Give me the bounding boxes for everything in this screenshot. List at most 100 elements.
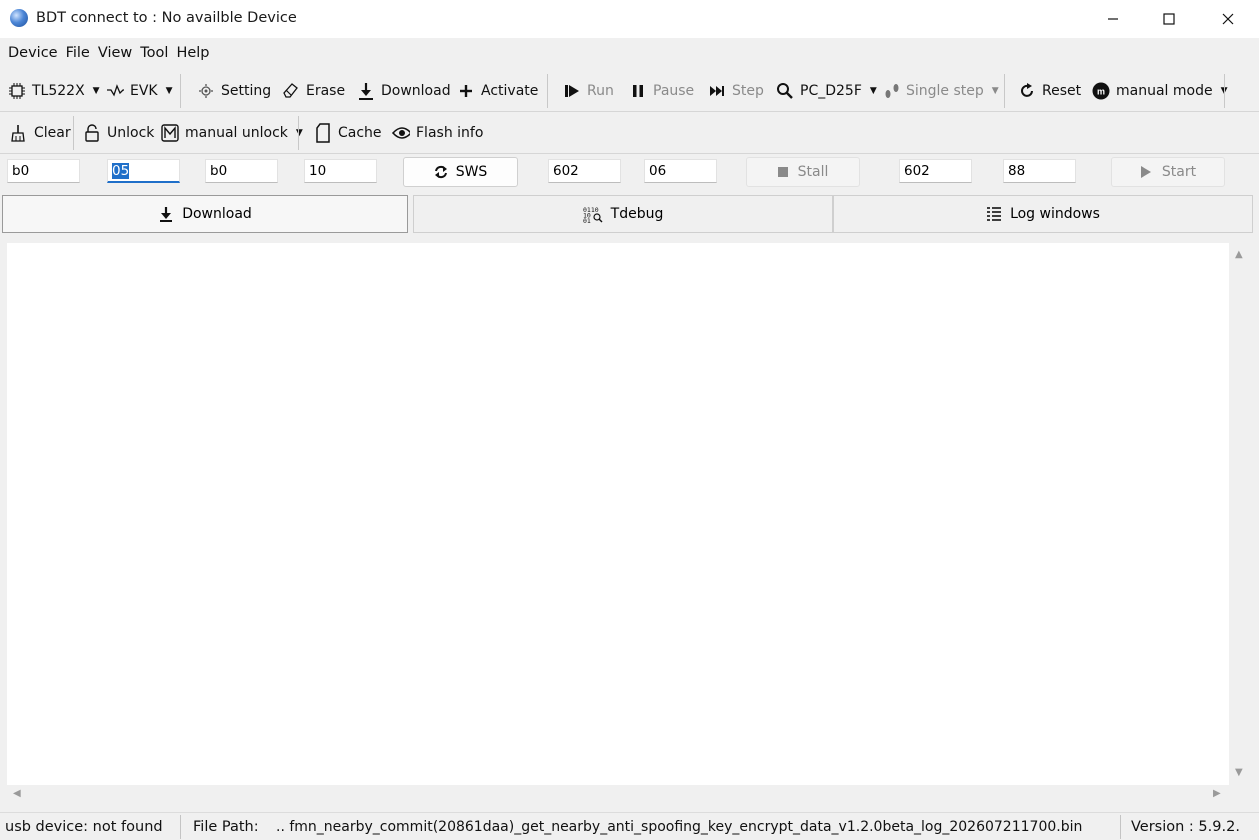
pause-button[interactable]: Pause [629,70,694,112]
maximize-button[interactable] [1140,0,1198,38]
scroll-down-icon[interactable]: ▼ [1235,767,1243,778]
file-path-label: File Path: [193,819,259,835]
tab-tdebug[interactable]: 0110 10 01 Tdebug [413,195,833,233]
run-label: Run [587,83,614,99]
single-step-label: Single step [906,83,984,99]
erase-label: Erase [306,83,346,99]
refresh-icon [434,165,448,179]
unlock-button[interactable]: Unlock [83,112,154,154]
log-output-area[interactable] [7,243,1229,785]
chevron-down-icon: ▼ [165,86,173,96]
sws-button[interactable]: SWS [403,157,518,187]
vertical-scrollbar[interactable]: ▲ ▼ [1229,243,1251,785]
flash-info-button[interactable]: Flash info [392,112,483,154]
sws-label: SWS [455,164,488,180]
scroll-left-icon[interactable]: ◀ [13,788,21,799]
mode-label: manual mode [1116,83,1213,99]
cache-button[interactable]: Cache [314,112,382,154]
status-bar: usb device: not found File Path: .. fmn_… [0,812,1259,840]
activate-button[interactable]: Activate [457,70,538,112]
setting-label: Setting [221,83,272,99]
status-separator [180,815,181,839]
scroll-right-icon[interactable]: ▶ [1213,788,1221,799]
minimize-button[interactable] [1084,0,1142,38]
manual-unlock-label: manual unlock [185,125,288,141]
close-icon [1222,13,1234,25]
pc-select-button[interactable]: PC_D25F ▼ [776,70,877,112]
eraser-icon [282,82,300,100]
title-bar: BDT connect to : No availble Device [0,0,1259,38]
footsteps-icon [882,82,900,100]
binary-search-icon: 0110 10 01 [583,205,603,223]
chevron-down-icon: ▼ [869,86,877,96]
download-button[interactable]: Download [357,70,451,112]
secondary-toolbar: Clear Unlock manual unlock ▼ Cache Flash … [0,112,1259,154]
run-icon [563,82,581,100]
reset-button[interactable]: Reset [1018,70,1081,112]
tab-download-label: Download [182,206,252,222]
address-field-4[interactable]: 10 [304,159,377,183]
manual-unlock-icon [161,124,179,142]
reset-icon [1018,82,1036,100]
chevron-down-icon: ▼ [92,86,100,96]
single-step-button[interactable]: Single step ▼ [882,70,999,112]
menu-help[interactable]: Help [176,45,209,61]
toolbar-separator [73,116,74,150]
chip-select-button[interactable]: TL522X ▼ [8,70,100,112]
chevron-down-icon: ▼ [295,128,303,138]
menu-tool[interactable]: Tool [140,45,168,61]
manual-unlock-button[interactable]: manual unlock ▼ [161,112,303,154]
address-field-3[interactable]: b0 [205,159,278,183]
reset-label: Reset [1042,83,1082,99]
board-label: EVK [130,83,158,99]
step-label: Step [732,83,764,99]
download-arrow-icon [357,82,375,100]
step-icon [708,82,726,100]
mode-select-button[interactable]: m manual mode▼ [1092,70,1228,112]
broom-icon [10,124,28,142]
toolbar-separator [180,74,181,108]
stall-button[interactable]: Stall [746,157,860,187]
address-field-1[interactable]: b0 [7,159,80,183]
tab-log-windows[interactable]: Log windows [833,195,1253,233]
chevron-down-icon: ▼ [991,86,999,96]
window-title: BDT connect to : No availble Device [36,10,297,26]
horizontal-scrollbar[interactable]: ◀ ▶ [7,785,1229,805]
mode-icon: m [1092,82,1110,100]
address-field-8[interactable]: 88 [1003,159,1076,183]
status-separator [1120,815,1121,839]
svg-text:m: m [1097,87,1105,97]
maximize-icon [1163,13,1175,25]
address-field-6[interactable]: 06 [644,159,717,183]
eye-icon [392,124,410,142]
search-icon [776,82,794,100]
download-arrow-icon [158,206,174,222]
svg-text:01: 01 [583,217,591,223]
main-toolbar: TL522X ▼ EVK ▼ Setting Erase Download Acti… [0,70,1259,112]
clear-button[interactable]: Clear [10,112,71,154]
app-globe-icon [10,9,28,27]
scroll-up-icon[interactable]: ▲ [1235,249,1243,260]
close-button[interactable] [1199,0,1257,38]
chip-label: TL522X [32,83,85,99]
menu-view[interactable]: View [98,45,132,61]
address-field-7[interactable]: 602 [899,159,972,183]
clear-label: Clear [34,125,71,141]
run-button[interactable]: Run [563,70,614,112]
selected-text: 05 [112,163,130,179]
tab-tdebug-label: Tdebug [610,206,664,222]
menu-file[interactable]: File [66,45,90,61]
setting-button[interactable]: Setting [197,70,271,112]
start-button[interactable]: Start [1111,157,1225,187]
step-button[interactable]: Step [708,70,764,112]
cache-label: Cache [338,125,382,141]
tab-download[interactable]: Download [2,195,408,233]
erase-button[interactable]: Erase [282,70,345,112]
tab-log-windows-label: Log windows [1010,206,1100,222]
board-select-button[interactable]: EVK ▼ [106,70,173,112]
address-field-5[interactable]: 602 [548,159,621,183]
usb-status: usb device: not found [5,819,163,835]
menu-device[interactable]: Device [8,45,58,61]
stall-label: Stall [797,164,829,180]
address-field-2[interactable]: 05 [107,159,180,183]
